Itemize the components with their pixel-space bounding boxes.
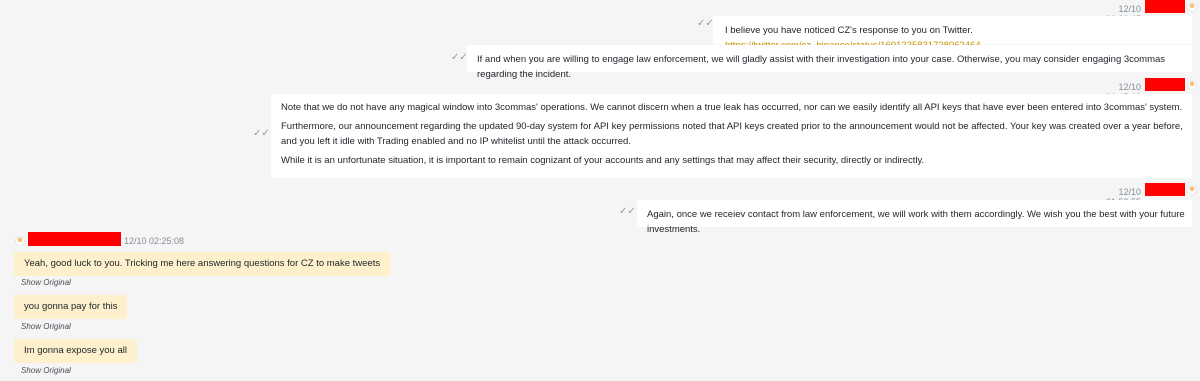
message-bubble: If and when you are willing to engage la… (467, 45, 1192, 80)
message-text: I believe you have noticed CZ's response… (725, 25, 973, 36)
message-text: Im gonna expose you all (24, 345, 127, 356)
redacted-sender-name (1145, 0, 1185, 13)
double-check-icon: ✓✓ (697, 18, 714, 29)
redacted-sender-name (28, 232, 121, 246)
message-text: Again, once we receiev contact from law … (647, 209, 1185, 235)
message-text: If and when you are willing to engage la… (477, 54, 1166, 80)
show-original-link[interactable]: Show Original (21, 278, 71, 287)
show-original-link[interactable]: Show Original (21, 322, 71, 331)
message-timestamp: 12/10 02:25:08 (124, 236, 185, 246)
user-avatar-icon (1187, 185, 1197, 195)
message-text: Yeah, good luck to you. Tricking me here… (24, 258, 381, 269)
redacted-sender-name (1145, 183, 1185, 196)
double-check-icon: ✓✓ (451, 52, 468, 63)
user-avatar-icon (15, 236, 25, 246)
message-text: you gonna pay for this (24, 301, 118, 312)
message-bubble: Again, once we receiev contact from law … (637, 200, 1192, 235)
double-check-icon: ✓✓ (253, 128, 270, 139)
user-avatar-icon (1187, 2, 1197, 12)
message-bubble: Yeah, good luck to you. Tricking me here… (14, 252, 391, 276)
message-bubble: I believe you have noticed CZ's response… (713, 16, 1192, 51)
show-original-link[interactable]: Show Original (21, 366, 71, 375)
message-bubble: you gonna pay for this (14, 295, 128, 319)
user-avatar-icon (1187, 80, 1197, 90)
redacted-sender-name (1145, 78, 1185, 91)
double-check-icon: ✓✓ (619, 206, 636, 217)
message-bubble: Im gonna expose you all (14, 339, 137, 363)
message-paragraph: While it is an unfortunate situation, it… (281, 155, 925, 166)
message-paragraph: Furthermore, our announcement regarding … (281, 121, 1183, 147)
message-paragraph: Note that we do not have any magical win… (281, 102, 1183, 113)
message-bubble: Note that we do not have any magical win… (271, 94, 1192, 178)
